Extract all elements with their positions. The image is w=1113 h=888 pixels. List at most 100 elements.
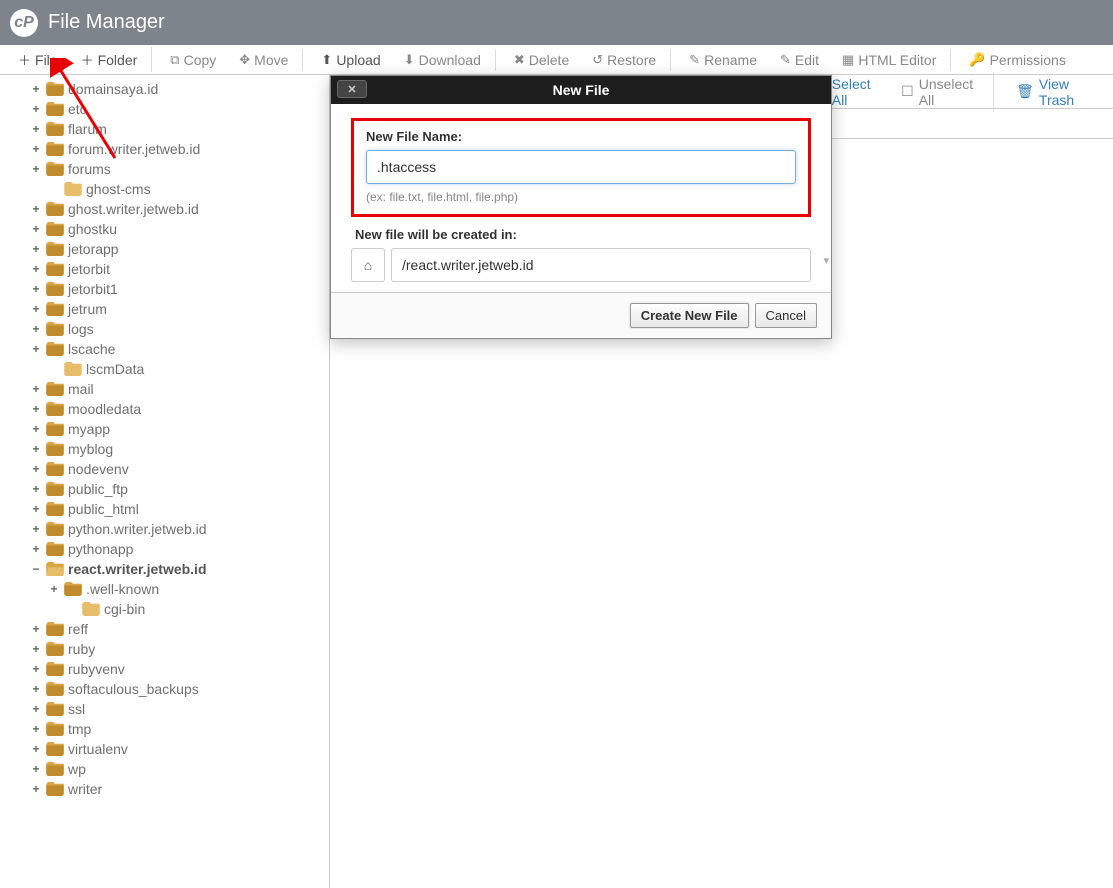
home-path-button[interactable]: ⌂ [351, 248, 385, 282]
tree-label[interactable]: jetorbit1 [68, 281, 118, 297]
tree-item[interactable]: +etc [8, 99, 329, 119]
unselect-all-button[interactable]: ☐Unselect All [891, 72, 994, 112]
tree-toggle[interactable]: + [30, 142, 42, 156]
tree-item[interactable]: + jetorbit1 [8, 279, 329, 299]
tree-label[interactable]: wp [68, 761, 86, 777]
tree-label[interactable]: public_html [68, 501, 139, 517]
tree-label[interactable]: lscmData [86, 361, 144, 377]
tree-toggle[interactable]: + [30, 342, 42, 356]
tree-label[interactable]: pythonapp [68, 541, 133, 557]
tree-item[interactable]: + mail [8, 379, 329, 399]
tree-label[interactable]: ghost-cms [86, 181, 151, 197]
html-editor-button[interactable]: ▦HTML Editor [832, 49, 951, 71]
tree-label[interactable]: ghost.writer.jetweb.id [68, 201, 199, 217]
tree-label[interactable]: python.writer.jetweb.id [68, 521, 207, 537]
tree-toggle[interactable]: + [30, 122, 42, 136]
tree-item[interactable]: +rubyvenv [8, 659, 329, 679]
tree-toggle[interactable]: + [30, 222, 42, 236]
tree-toggle[interactable]: + [30, 742, 42, 756]
tree-item[interactable]: +myapp [8, 419, 329, 439]
tree-item[interactable]: cgi-bin [8, 599, 329, 619]
view-trash-button[interactable]: 🗑View Trash [1006, 72, 1103, 112]
tree-label[interactable]: nodevenv [68, 461, 129, 477]
tree-label[interactable]: lscache [68, 341, 115, 357]
tree-item[interactable]: +jetorbit [8, 259, 329, 279]
tree-item[interactable]: + tmp [8, 719, 329, 739]
path-input[interactable] [391, 248, 811, 282]
file-button[interactable]: ＋File [8, 47, 69, 72]
tree-label[interactable]: tmp [68, 721, 91, 737]
tree-item[interactable]: +writer [8, 779, 329, 799]
tree-label[interactable]: logs [68, 321, 94, 337]
tree-toggle[interactable]: + [30, 202, 42, 216]
tree-item[interactable]: + pythonapp [8, 539, 329, 559]
tree-toggle[interactable]: + [30, 282, 42, 296]
tree-label[interactable]: softaculous_backups [68, 681, 199, 697]
permissions-button[interactable]: 🔑Permissions [959, 49, 1076, 71]
rename-button[interactable]: ✎Rename [679, 49, 768, 71]
tree-label[interactable]: virtualenv [68, 741, 128, 757]
download-button[interactable]: ⬇Download [394, 49, 496, 71]
tree-item[interactable]: +jetrum [8, 299, 329, 319]
tree-item[interactable]: + nodevenv [8, 459, 329, 479]
tree-label[interactable]: myblog [68, 441, 113, 457]
tree-label[interactable]: etc [68, 101, 87, 117]
tree-toggle[interactable]: + [30, 702, 42, 716]
tree-label[interactable]: jetorapp [68, 241, 119, 257]
tree-label[interactable]: jetrum [68, 301, 107, 317]
upload-button[interactable]: ⬆Upload [311, 49, 391, 71]
tree-toggle[interactable]: + [30, 782, 42, 796]
tree-label[interactable]: ghostku [68, 221, 117, 237]
tree-toggle[interactable]: + [30, 82, 42, 96]
filename-input[interactable] [366, 150, 796, 184]
tree-label[interactable]: .well-known [86, 581, 159, 597]
tree-toggle[interactable]: + [30, 442, 42, 456]
tree-toggle[interactable]: + [30, 662, 42, 676]
tree-label[interactable]: forums [68, 161, 111, 177]
tree-item[interactable]: + public_ftp [8, 479, 329, 499]
tree-toggle[interactable]: + [30, 542, 42, 556]
tree-item[interactable]: + public_html [8, 499, 329, 519]
tree-label[interactable]: react.writer.jetweb.id [68, 561, 207, 577]
delete-button[interactable]: ✖Delete [504, 49, 580, 71]
tree-toggle[interactable]: + [30, 242, 42, 256]
tree-item[interactable]: lscmData [8, 359, 329, 379]
tree-label[interactable]: jetorbit [68, 261, 110, 277]
tree-label[interactable]: mail [68, 381, 94, 397]
tree-item[interactable]: + ghost.writer.jetweb.id [8, 199, 329, 219]
tree-label[interactable]: cgi-bin [104, 601, 145, 617]
tree-item[interactable]: + forum.writer.jetweb.id [8, 139, 329, 159]
tree-toggle[interactable]: − [30, 562, 42, 576]
tree-item[interactable]: + python.writer.jetweb.id [8, 519, 329, 539]
tree-item[interactable]: ghost-cms [8, 179, 329, 199]
tree-toggle[interactable]: + [30, 482, 42, 496]
tree-item[interactable]: + softaculous_backups [8, 679, 329, 699]
tree-toggle[interactable]: + [30, 402, 42, 416]
tree-toggle[interactable]: + [30, 322, 42, 336]
restore-button[interactable]: ↺Restore [582, 49, 671, 71]
tree-toggle[interactable]: + [30, 762, 42, 776]
tree-toggle[interactable]: + [30, 502, 42, 516]
tree-toggle[interactable]: + [30, 682, 42, 696]
tree-label[interactable]: domainsaya.id [68, 81, 158, 97]
tree-label[interactable]: ssl [68, 701, 85, 717]
tree-toggle[interactable]: + [30, 382, 42, 396]
tree-item[interactable]: +flarum [8, 119, 329, 139]
tree-item[interactable]: +moodledata [8, 399, 329, 419]
tree-label[interactable]: forum.writer.jetweb.id [68, 141, 200, 157]
tree-item[interactable]: + virtualenv [8, 739, 329, 759]
tree-toggle[interactable]: + [30, 462, 42, 476]
tree-toggle[interactable]: + [30, 522, 42, 536]
tree-item[interactable]: +.well-known [8, 579, 329, 599]
cancel-button[interactable]: Cancel [755, 303, 817, 328]
tree-toggle[interactable]: + [30, 622, 42, 636]
tree-item[interactable]: +ruby [8, 639, 329, 659]
tree-label[interactable]: public_ftp [68, 481, 128, 497]
tree-item[interactable]: +forums [8, 159, 329, 179]
tree-item[interactable]: + jetorapp [8, 239, 329, 259]
tree-toggle[interactable]: + [30, 722, 42, 736]
folder-tree[interactable]: +domainsaya.id+etc+flarum+forum.writer.j… [0, 75, 330, 888]
tree-item[interactable]: + ghostku [8, 219, 329, 239]
create-new-file-button[interactable]: Create New File [630, 303, 749, 328]
tree-item[interactable]: + ssl [8, 699, 329, 719]
